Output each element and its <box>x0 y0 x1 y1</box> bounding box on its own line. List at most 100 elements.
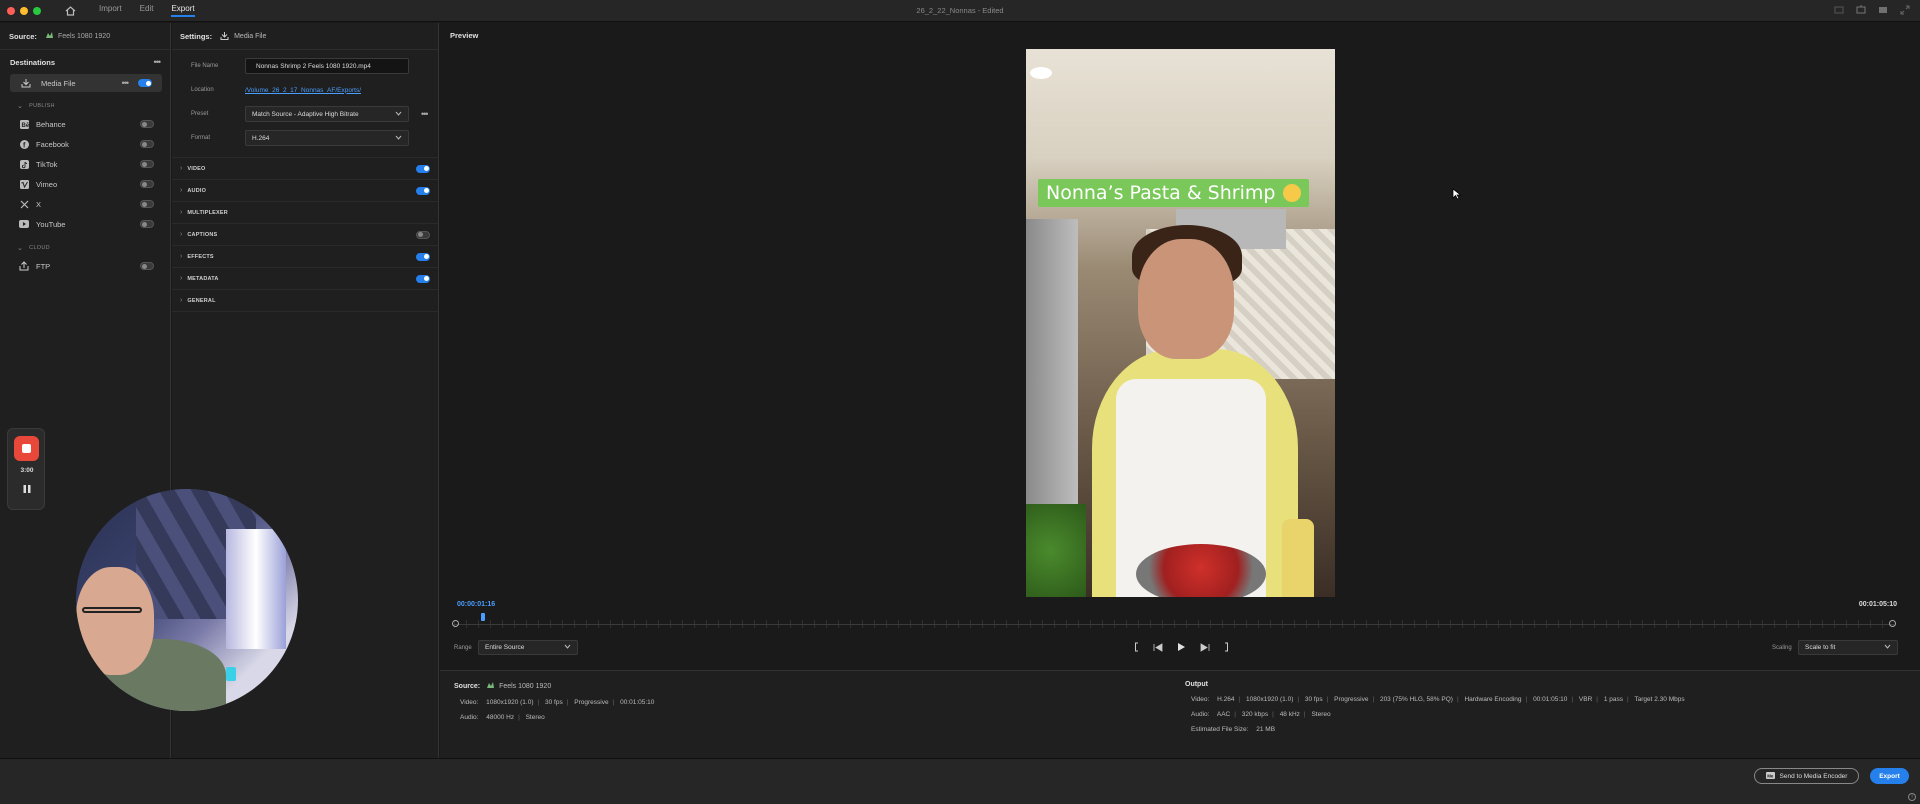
section-captions[interactable]: › CAPTIONS <box>172 224 438 246</box>
output-video-scan: Progressive <box>1334 696 1369 703</box>
behance-toggle[interactable] <box>140 120 154 128</box>
home-icon[interactable] <box>63 5 77 17</box>
x-toggle[interactable] <box>140 200 154 208</box>
facebook-toggle[interactable] <box>140 140 154 148</box>
metadata-toggle[interactable] <box>416 274 430 283</box>
source-name: Feels 1080 1920 <box>57 32 111 40</box>
section-multiplexer-label: MULTIPLEXER <box>187 209 228 216</box>
play-icon[interactable] <box>1177 642 1186 654</box>
set-in-icon[interactable] <box>1134 642 1139 654</box>
output-size-line: Estimated File Size: 21 MB <box>1185 726 1685 733</box>
overlay-title-text: Nonna’s Pasta & Shrimp <box>1046 182 1276 204</box>
destination-x[interactable]: X <box>0 194 170 214</box>
destination-ftp[interactable]: FTP <box>0 256 170 276</box>
section-metadata[interactable]: › METADATA <box>172 268 438 290</box>
download-icon <box>220 31 229 42</box>
scaling-select[interactable]: Scale to fit <box>1798 640 1898 655</box>
destination-media-file[interactable]: Media File ••• <box>10 74 162 92</box>
section-effects[interactable]: › EFFECTS <box>172 246 438 268</box>
destination-facebook[interactable]: f Facebook <box>0 134 170 154</box>
source-video-label: Video: <box>460 699 479 706</box>
behance-label: Behance <box>36 119 66 129</box>
chevron-down-icon: ⌄ <box>17 103 24 110</box>
chevron-right-icon: › <box>180 297 183 304</box>
audio-toggle[interactable] <box>416 186 430 195</box>
in-point-handle[interactable] <box>452 620 459 627</box>
publish-section[interactable]: ⌄ PUBLISH <box>0 98 170 114</box>
minimize-window-button[interactable] <box>20 6 28 15</box>
range-label: Range <box>454 645 472 651</box>
set-out-icon[interactable] <box>1224 642 1229 654</box>
stop-recording-button[interactable] <box>14 436 39 461</box>
step-forward-icon[interactable] <box>1200 642 1210 654</box>
video-toggle[interactable] <box>416 164 430 173</box>
cloud-section[interactable]: ⌄ CLOUD <box>0 240 170 256</box>
tiktok-toggle[interactable] <box>140 160 154 168</box>
preset-select[interactable]: Match Source - Adaptive High Bitrate <box>245 106 409 122</box>
media-file-toggle[interactable] <box>138 79 152 87</box>
section-general[interactable]: › GENERAL <box>172 290 438 312</box>
share-icon[interactable] <box>1856 5 1866 15</box>
out-point-handle[interactable] <box>1889 620 1896 627</box>
greens <box>1026 504 1086 597</box>
menu-export[interactable]: Export <box>171 4 195 17</box>
menu-import[interactable]: Import <box>99 4 122 17</box>
playhead[interactable] <box>480 613 485 621</box>
info-icon[interactable]: i <box>1908 793 1916 801</box>
close-window-button[interactable] <box>7 6 15 15</box>
source-video-duration: 00:01:05:10 <box>620 699 655 706</box>
pause-icon[interactable] <box>22 484 32 494</box>
sequence-icon <box>486 681 495 691</box>
footer-bar: Me Send to Media Encoder Export i <box>0 758 1920 804</box>
export-button[interactable]: Export <box>1870 768 1909 784</box>
media-file-more-icon[interactable]: ••• <box>122 78 130 88</box>
file-name-input[interactable]: Nonnas Shrimp 2 Feels 1080 1920.mp4 <box>245 58 409 74</box>
preset-more-icon[interactable]: ••• <box>421 109 429 119</box>
step-back-icon[interactable] <box>1153 642 1163 654</box>
youtube-toggle[interactable] <box>140 220 154 228</box>
destination-behance[interactable]: Bē Behance <box>0 114 170 134</box>
output-audio-codec: AAC <box>1216 711 1231 718</box>
ceiling-light <box>1030 67 1052 79</box>
destinations-header: Destinations ••• <box>0 50 170 74</box>
format-select[interactable]: H.264 <box>245 130 409 146</box>
zoom-window-button[interactable] <box>33 6 41 15</box>
facebook-icon: f <box>19 139 29 149</box>
settings-header: Settings: Media File <box>172 23 438 50</box>
menu-lines-icon[interactable] <box>1878 5 1888 15</box>
destination-vimeo[interactable]: Vimeo <box>0 174 170 194</box>
format-row: Format H.264 <box>172 126 438 150</box>
destination-tiktok[interactable]: TikTok <box>0 154 170 174</box>
current-timecode[interactable]: 00:00:01:16 <box>457 601 495 608</box>
output-summary-title: Output <box>1185 681 1208 688</box>
location-link[interactable]: /Volume_26_2_17_Nonnas_AF/Exports/ <box>245 87 361 94</box>
preset-row: Preset Match Source - Adaptive High Bitr… <box>172 102 438 126</box>
fullscreen-icon[interactable] <box>1900 5 1910 15</box>
mouse-cursor-icon <box>1452 188 1462 200</box>
facebook-label: Facebook <box>36 139 69 149</box>
chevron-down-icon <box>1884 644 1891 651</box>
youtube-label: YouTube <box>36 219 66 229</box>
output-video-encoding: Hardware Encoding <box>1464 696 1522 703</box>
workspace-icon[interactable] <box>1834 5 1844 15</box>
section-audio[interactable]: › AUDIO <box>172 180 438 202</box>
send-to-media-encoder-button[interactable]: Me Send to Media Encoder <box>1754 768 1859 784</box>
section-general-label: GENERAL <box>187 297 216 304</box>
section-multiplexer[interactable]: › MULTIPLEXER <box>172 202 438 224</box>
section-video[interactable]: › VIDEO <box>172 158 438 180</box>
destinations-more-icon[interactable]: ••• <box>154 57 162 67</box>
effects-toggle[interactable] <box>416 252 430 261</box>
source-audio-channels: Stereo <box>525 714 545 721</box>
vimeo-toggle[interactable] <box>140 180 154 188</box>
timeline-scrubber[interactable] <box>452 613 1896 633</box>
fridge <box>1026 219 1078 549</box>
video-frame: Nonna’s Pasta & Shrimp <box>1026 49 1335 597</box>
presenter-glasses <box>82 607 142 613</box>
oil-bottle <box>1282 519 1314 597</box>
captions-toggle[interactable] <box>416 230 430 239</box>
output-video-duration: 00:01:05:10 <box>1533 696 1568 703</box>
ftp-toggle[interactable] <box>140 262 154 270</box>
range-select[interactable]: Entire Source <box>478 640 578 655</box>
menu-edit[interactable]: Edit <box>140 4 154 17</box>
destination-youtube[interactable]: YouTube <box>0 214 170 234</box>
